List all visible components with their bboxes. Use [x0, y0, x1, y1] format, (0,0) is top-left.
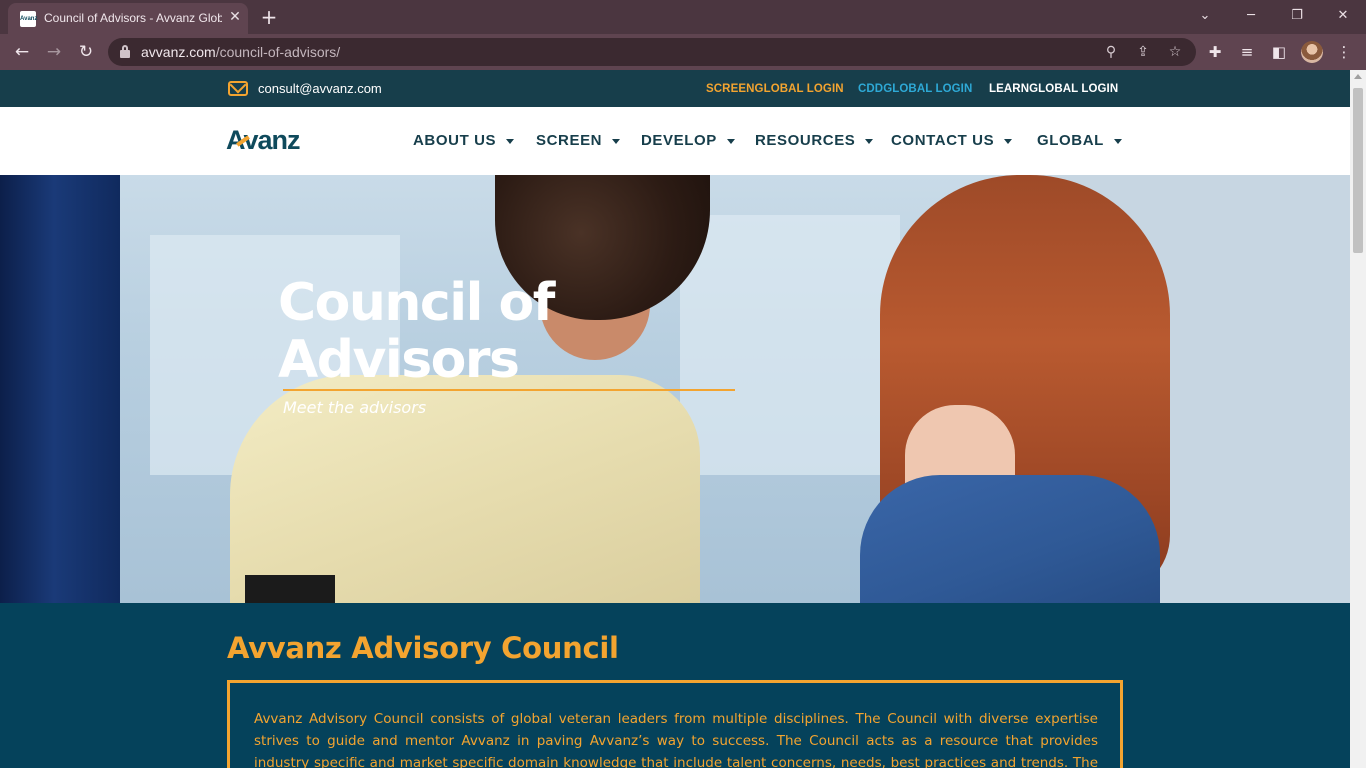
page-title: Council of Advisors	[278, 275, 798, 389]
nav-label: CONTACT US	[891, 132, 995, 149]
bookmark-star-icon[interactable]: ☆	[1166, 43, 1184, 61]
hero-photo-belt	[245, 575, 335, 603]
logo-text: Avanz	[226, 125, 301, 155]
chevron-down-icon	[865, 138, 874, 144]
top-contact-bar: consult@avvanz.com SCREENGLOBAL LOGIN CD…	[0, 70, 1350, 107]
extensions-icon[interactable]: ✚	[1205, 42, 1225, 62]
hero-banner: Council of Advisors Meet the advisors	[0, 175, 1350, 603]
forward-icon[interactable]: →	[42, 41, 66, 63]
advisory-council-section: Avvanz Advisory Council Avvanz Advisory …	[0, 603, 1350, 768]
nav-label: SCREEN	[536, 132, 603, 149]
minimize-icon[interactable]: ─	[1238, 5, 1264, 27]
close-window-icon[interactable]: ✕	[1330, 5, 1356, 27]
title-line-2: Advisors	[278, 330, 520, 390]
council-description: Avvanz Advisory Council consists of glob…	[254, 711, 1098, 768]
media-control-icon[interactable]: ≡	[1237, 42, 1257, 62]
web-page: consult@avvanz.com SCREENGLOBAL LOGIN CD…	[0, 70, 1350, 768]
address-bar[interactable]: avvanz.com/council-of-advisors/ ⚲ ⇪ ☆	[108, 38, 1196, 66]
profile-avatar[interactable]	[1301, 41, 1323, 63]
learnglobal-login-link[interactable]: LEARNGLOBAL LOGIN	[989, 83, 1118, 95]
url-path: /council-of-advisors/	[215, 44, 341, 60]
zoom-icon[interactable]: ⚲	[1102, 43, 1120, 61]
screenglobal-login-link[interactable]: SCREENGLOBAL LOGIN	[706, 83, 844, 95]
title-underline	[283, 389, 735, 391]
section-heading: Avvanz Advisory Council	[227, 631, 619, 665]
mail-icon	[228, 81, 248, 96]
browser-tab[interactable]: Avanz Council of Advisors - Avvanz Globa…	[8, 3, 248, 34]
favicon-icon: Avanz	[20, 11, 37, 27]
chevron-down-icon	[1004, 138, 1013, 144]
nav-contact-us[interactable]: CONTACT US	[891, 132, 1013, 149]
council-description-box: Avvanz Advisory Council consists of glob…	[227, 680, 1123, 768]
background-curtain	[0, 175, 120, 603]
chevron-down-icon	[506, 138, 515, 144]
nav-label: DEVELOP	[641, 132, 717, 149]
url-text: avvanz.com/council-of-advisors/	[141, 44, 340, 60]
cddglobal-login-link[interactable]: CDDGLOBAL LOGIN	[858, 83, 972, 95]
tab-search-icon[interactable]: ⌄	[1192, 5, 1218, 27]
contact-email-link[interactable]: consult@avvanz.com	[258, 81, 382, 96]
menu-kebab-icon[interactable]: ⋮	[1334, 42, 1354, 62]
nav-global[interactable]: GLOBAL	[1037, 132, 1122, 149]
scroll-up-arrow-icon[interactable]	[1354, 74, 1362, 79]
chevron-down-icon	[726, 138, 735, 144]
title-line-1: Council of	[278, 273, 555, 333]
browser-toolbar: ← → ↻ avvanz.com/council-of-advisors/ ⚲ …	[0, 34, 1366, 70]
url-host: avvanz.com	[141, 44, 216, 60]
nav-resources[interactable]: RESOURCES	[755, 132, 874, 149]
close-tab-icon[interactable]: ✕	[226, 8, 244, 26]
tab-title: Council of Advisors - Avvanz Global	[44, 11, 222, 25]
share-icon[interactable]: ⇪	[1134, 43, 1152, 61]
lock-icon[interactable]	[120, 45, 130, 58]
nav-label: GLOBAL	[1037, 132, 1104, 149]
restore-icon[interactable]: ❐	[1284, 5, 1310, 27]
scroll-thumb[interactable]	[1353, 88, 1363, 253]
site-header: Avanz ABOUT US SCREEN DEVELOP RESOURCES …	[0, 107, 1350, 175]
hero-photo-woman-shirt	[860, 475, 1160, 603]
nav-develop[interactable]: DEVELOP	[641, 132, 735, 149]
back-icon[interactable]: ←	[10, 41, 34, 63]
nav-screen[interactable]: SCREEN	[536, 132, 621, 149]
chevron-down-icon	[612, 138, 621, 144]
page-scrollbar[interactable]	[1350, 70, 1366, 768]
nav-about-us[interactable]: ABOUT US	[413, 132, 515, 149]
new-tab-icon[interactable]: +	[258, 7, 280, 27]
side-panel-icon[interactable]: ◧	[1269, 42, 1289, 62]
nav-label: RESOURCES	[755, 132, 856, 149]
avanz-logo[interactable]: Avanz	[226, 125, 301, 156]
chevron-down-icon	[1113, 138, 1122, 144]
browser-tabstrip: Avanz Council of Advisors - Avvanz Globa…	[0, 0, 1366, 34]
hero-subtitle: Meet the advisors	[283, 398, 427, 417]
reload-icon[interactable]: ↻	[74, 41, 98, 63]
nav-label: ABOUT US	[413, 132, 497, 149]
